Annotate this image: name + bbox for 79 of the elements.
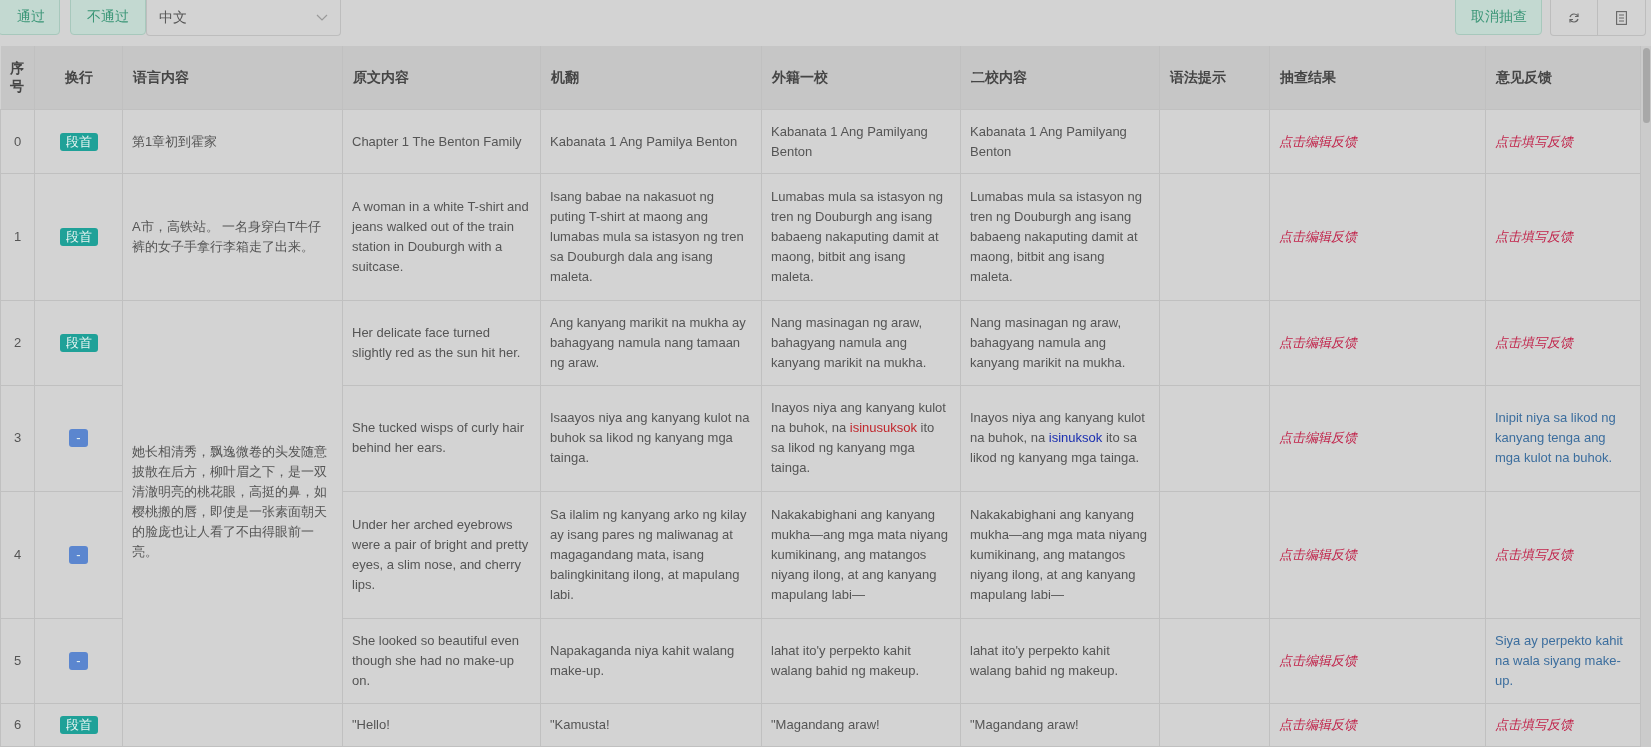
cell-text: She tucked wisps of curly hair behind her ears. (352, 420, 524, 456)
edit-feedback-link[interactable]: 点击编辑反馈 (1279, 652, 1357, 668)
scrollbar[interactable] (1641, 46, 1651, 747)
cell-text: Napakaganda niya kahit walang make-up. (550, 642, 735, 678)
cell-text: "Magandang araw! (771, 716, 880, 732)
cell-text: 她长相清秀，飘逸微卷的头发随意披散在后方，柳叶眉之下，是一双清澈明亮的桃花眼，高挺的鼻，如樱桃搬的唇，即使是一张素面朝天的脸庞也让人看了不由得眼前一亮。 (132, 443, 327, 559)
column-header: 语法提示 (1170, 68, 1226, 85)
edit-feedback-link[interactable]: 点击编辑反馈 (1279, 546, 1357, 562)
write-feedback-link[interactable]: 点击填写反馈 (1495, 334, 1573, 350)
cell-text: 第1章初到霍家 (132, 133, 218, 149)
toolbar-button[interactable]: 通过 (0, 0, 60, 35)
line-break-tag: 段首 (59, 333, 98, 352)
cell-text: Inayos niya ang kanyang kulot na buhok, na isinuksok ito sa likod ng kanyang mga tainga. (970, 410, 1145, 466)
row-number: 6 (13, 716, 22, 732)
row-number: 4 (13, 546, 22, 562)
column-header: 原文内容 (353, 68, 409, 85)
cell-text: Sa ilalim ng kanyang arko ng kilay ay isang pares ng maliwanag at magagandang mata, isang balingkinitang ilong, at mapulang labi. (550, 506, 747, 602)
row-number: 0 (13, 133, 22, 149)
column-header: 抽查结果 (1280, 68, 1336, 85)
cell-text: Chapter 1 The Benton Family (352, 133, 522, 149)
feedback-text: Inipit niya sa likod ng kanyang tenga ang mga kulot na buhok. (1495, 410, 1616, 466)
edit-feedback-link[interactable]: 点击编辑反馈 (1279, 430, 1357, 446)
row-number: 1 (13, 229, 22, 244)
column-header: 序号 (10, 59, 25, 94)
edit-feedback-link[interactable]: 点击编辑反馈 (1279, 229, 1357, 244)
cell-text: Ang kanyang marikit na mukha ay bahagyang namula nang tamaan ng araw. (550, 314, 746, 370)
cell-text: "Magandang araw! (970, 716, 1079, 732)
line-break-tag: - (69, 545, 88, 564)
column-header: 外籍一校 (772, 68, 828, 85)
row-number: 2 (13, 334, 22, 350)
cell-text: lahat ito'y perpekto kahit walang bahid ng makeup. (970, 642, 1119, 678)
cell-text: Kabanata 1 Ang Pamilyang Benton (970, 123, 1127, 159)
cell-text: "Hello! (352, 716, 390, 732)
write-feedback-link[interactable]: 点击填写反馈 (1495, 229, 1573, 244)
refresh-icon (1568, 11, 1580, 24)
chevron-down-icon (316, 13, 328, 22)
cell-text: She looked so beautiful even though she had no make-up on. (352, 632, 519, 688)
language-select[interactable]: 中文 (146, 0, 341, 36)
cell-text: Inayos niya ang kanyang kulot na buhok, na isinusuksok ito sa likod ng kanyang mga tainga. (771, 400, 946, 476)
line-break-tag: - (69, 651, 88, 670)
cell-text: A woman in a white T-shirt and jeans walked out of the train station in Douburgh with a suitcase. (352, 199, 529, 274)
column-header: 语言内容 (133, 68, 189, 85)
edit-feedback-link[interactable]: 点击编辑反馈 (1279, 133, 1357, 149)
line-break-tag: 段首 (59, 132, 98, 151)
cell-text: Under her arched eyebrows were a pair of bright and pretty eyes, a slim nose, and cherry lips. (352, 516, 529, 592)
cell-text: Lumabas mula sa istasyon ng tren ng Douburgh ang isang babaeng nakaputing damit at maong, bitbit ang isang maleta. (970, 189, 1142, 284)
cell-text: Her delicate face turned slightly red as the sun hit her. (352, 324, 521, 360)
toolbar-button[interactable]: 不通过 (70, 0, 146, 35)
write-feedback-link[interactable]: 点击填写反馈 (1495, 716, 1573, 732)
cell-text: Nakakabighani ang kanyang mukha—ang mga mata niyang kumikinang, ang matangos niyang ilong, at ang kanyang mapulang labi— (970, 506, 1148, 602)
cancel-check-button[interactable]: 取消抽查 (1455, 0, 1542, 35)
document-button[interactable] (1598, 0, 1646, 36)
column-header: 二校内容 (971, 68, 1027, 85)
cell-text: Isaayos niya ang kanyang kulot na buhok sa likod ng kanyang mga tainga. (550, 410, 750, 466)
cell-text: Nang masinagan ng araw, bahagyang namula ang kanyang marikit na mukha. (771, 314, 927, 370)
cell-text: Nang masinagan ng araw, bahagyang namula ang kanyang marikit na mukha. (970, 314, 1126, 370)
cell-text: A市，高铁站。 一名身穿白T牛仔裤的女子手拿行李箱走了出来。 (132, 219, 322, 254)
line-break-tag: 段首 (59, 228, 98, 246)
cell-text: Isang babae na nakasuot ng puting T-shirt at maong ang lumabas mula sa istasyon ng tren sa Douburgh dala ang isang maleta. (550, 189, 744, 284)
cell-text: "Kamusta! (550, 716, 610, 732)
cell-text: Nakakabighani ang kanyang mukha—ang mga mata niyang kumikinang, ang matangos niyang ilong, at ang kanyang mapulang labi— (771, 506, 949, 602)
cell-text: Kabanata 1 Ang Pamilya Benton (550, 133, 738, 149)
document-icon (1616, 10, 1627, 25)
edit-feedback-link[interactable]: 点击编辑反馈 (1279, 716, 1357, 732)
feedback-text: Siya ay perpekto kahit na wala siyang make-up. (1495, 632, 1623, 688)
column-header: 意见反馈 (1496, 68, 1552, 85)
cell-text: Kabanata 1 Ang Pamilyang Benton (771, 123, 928, 159)
row-number: 5 (13, 652, 22, 668)
cell-text: Lumabas mula sa istasyon ng tren ng Douburgh ang isang babaeng nakaputing damit at maong, bitbit ang isang maleta. (771, 189, 943, 284)
column-header: 机翻 (551, 68, 579, 85)
column-header: 换行 (64, 68, 93, 85)
line-break-tag: - (69, 429, 88, 448)
row-number: 3 (13, 430, 22, 446)
refresh-button[interactable] (1550, 0, 1598, 36)
line-break-tag: 段首 (59, 715, 98, 734)
cell-text: lahat ito'y perpekto kahit walang bahid ng makeup. (771, 642, 920, 678)
write-feedback-link[interactable]: 点击填写反馈 (1495, 133, 1573, 149)
write-feedback-link[interactable]: 点击填写反馈 (1495, 546, 1573, 562)
edit-feedback-link[interactable]: 点击编辑反馈 (1279, 334, 1357, 350)
